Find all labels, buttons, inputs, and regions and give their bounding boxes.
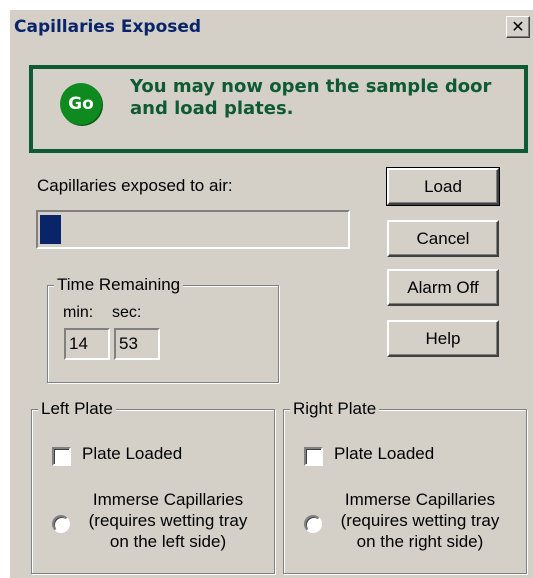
right-immerse-radio[interactable]	[304, 515, 322, 533]
right-plate-loaded-label[interactable]: Plate Loaded	[334, 444, 434, 464]
left-plate-title: Left Plate	[38, 399, 116, 419]
left-plate-loaded-label[interactable]: Plate Loaded	[82, 444, 182, 464]
minutes-field: 14	[64, 328, 110, 360]
window-title: Capillaries Exposed	[14, 17, 202, 37]
capillaries-exposed-dialog: Capillaries Exposed ✕ Go You may now ope…	[10, 10, 533, 578]
left-immerse-line3: on the left side)	[109, 532, 227, 551]
left-immerse-line1: Immerse Capillaries	[92, 490, 244, 509]
right-immerse-line1: Immerse Capillaries	[344, 490, 496, 509]
right-immerse-line2: (requires wetting tray	[340, 511, 500, 530]
seconds-label: sec:	[112, 304, 142, 321]
banner-message-line2: and load plates.	[130, 98, 294, 119]
left-immerse-radio[interactable]	[52, 515, 70, 533]
minutes-label: min:	[63, 304, 94, 321]
status-banner: Go You may now open the sample door and …	[29, 65, 528, 153]
cancel-button[interactable]: Cancel	[387, 220, 499, 257]
exposure-label: Capillaries exposed to air:	[37, 176, 233, 195]
time-remaining-title: Time Remaining	[54, 275, 184, 295]
alarm-off-button[interactable]: Alarm Off	[387, 269, 499, 306]
right-plate-title: Right Plate	[290, 399, 380, 419]
left-plate-loaded-checkbox[interactable]	[52, 447, 71, 466]
right-immerse-line3: on the right side)	[356, 532, 484, 551]
right-plate-group: Right Plate Plate Loaded Immerse Capilla…	[283, 399, 527, 574]
close-icon[interactable]: ✕	[506, 16, 530, 38]
title-bar: Capillaries Exposed ✕	[10, 10, 533, 46]
left-immerse-line2: (requires wetting tray	[88, 511, 248, 530]
left-plate-group: Left Plate Plate Loaded Immerse Capillar…	[31, 399, 275, 574]
seconds-field: 53	[114, 328, 160, 360]
load-button[interactable]: Load	[386, 167, 500, 206]
banner-message: You may now open the sample door and loa…	[130, 76, 520, 120]
right-plate-loaded-checkbox[interactable]	[304, 447, 323, 466]
exposure-progress-fill	[40, 215, 61, 244]
go-icon: Go	[60, 83, 102, 125]
help-button[interactable]: Help	[387, 320, 499, 357]
left-immerse-label[interactable]: Immerse Capillaries (requires wetting tr…	[78, 489, 258, 552]
banner-message-line1: You may now open the sample door	[130, 76, 492, 97]
right-immerse-label[interactable]: Immerse Capillaries (requires wetting tr…	[330, 489, 510, 552]
exposure-progress-bar	[36, 210, 350, 249]
time-remaining-group: Time Remaining min: sec: 14 53	[47, 275, 279, 383]
